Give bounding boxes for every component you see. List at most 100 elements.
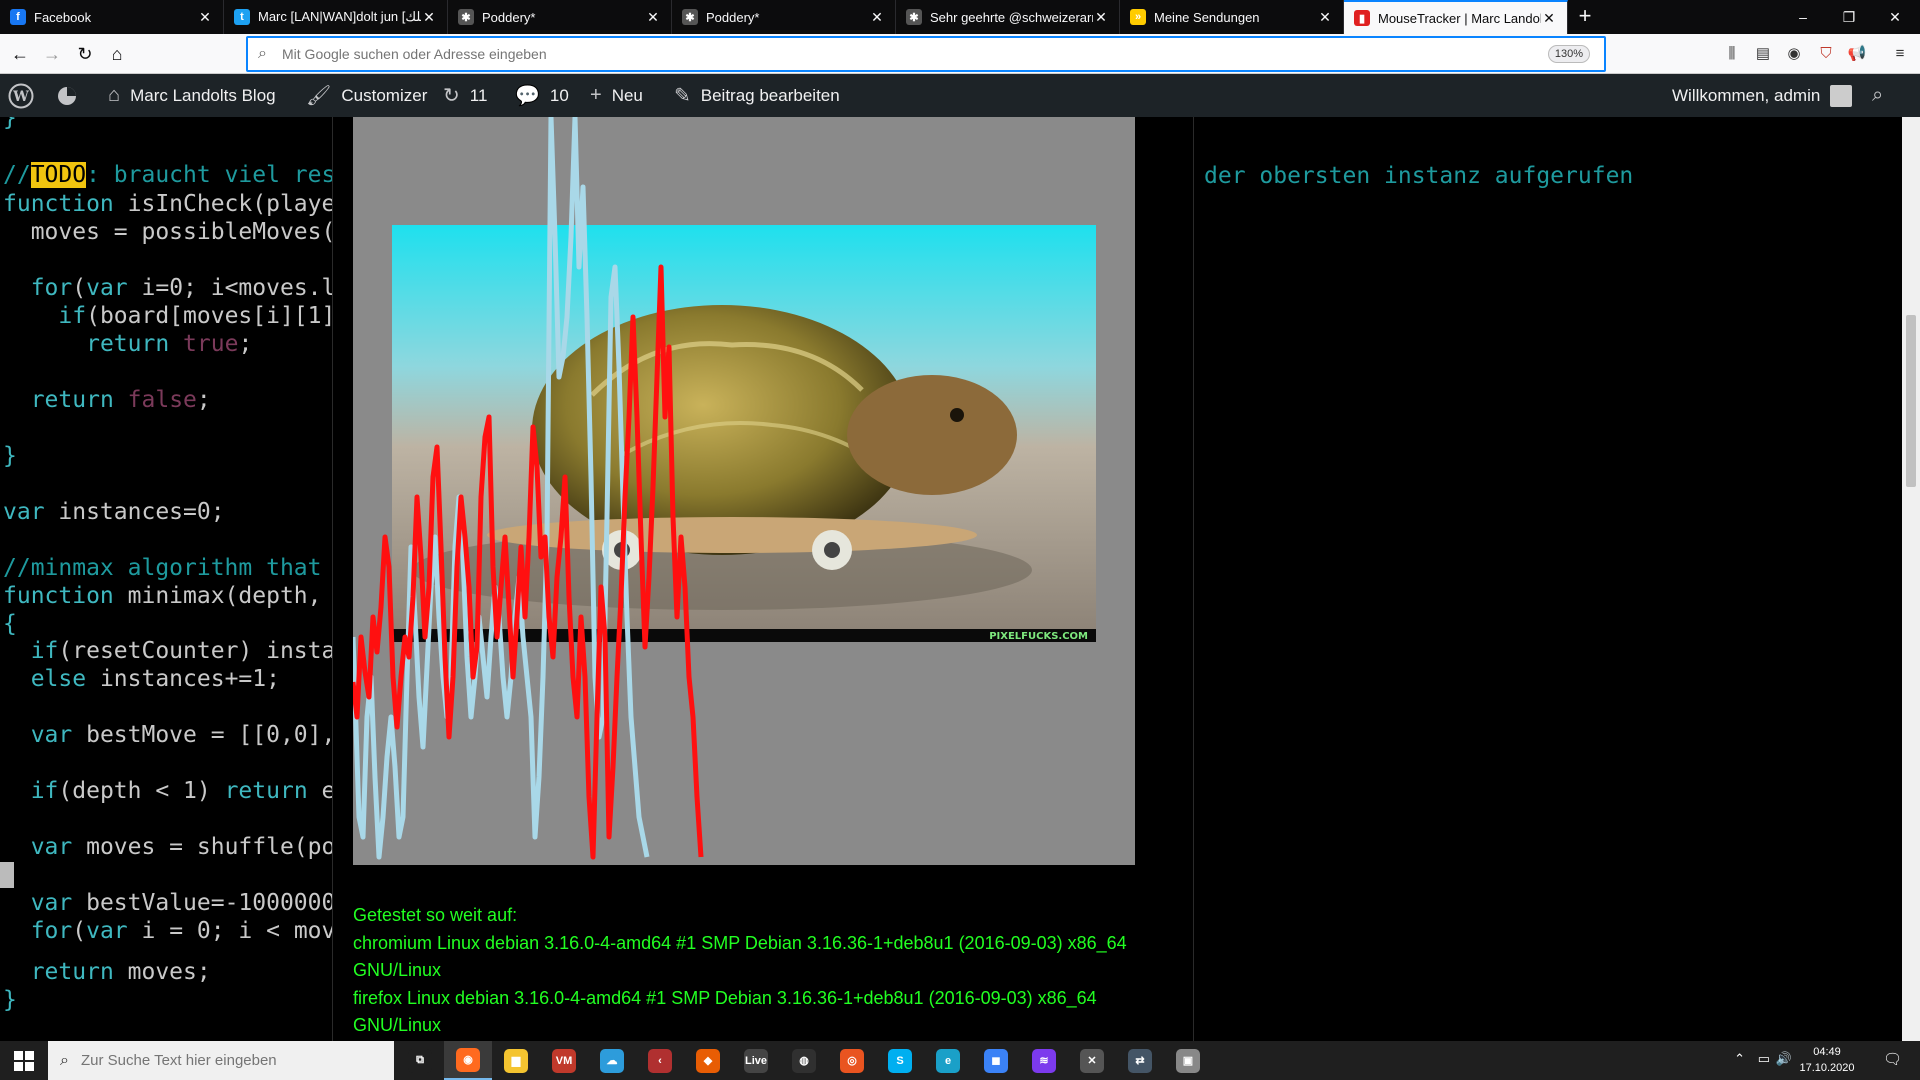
edge-icon: e bbox=[936, 1048, 960, 1073]
taskbar-app-firefox[interactable]: ◉ bbox=[444, 1041, 492, 1080]
code-line: var bestValue=-1000000 bbox=[30, 890, 333, 916]
close-tab-icon[interactable]: ✕ bbox=[1317, 9, 1333, 26]
chevron-up-icon[interactable]: ⌃ bbox=[1734, 1051, 1745, 1067]
tab-label: Facebook bbox=[34, 9, 92, 25]
notification-icon[interactable]: 🗨 bbox=[1883, 1050, 1902, 1068]
code-line: for(var i = 0; i < mov bbox=[30, 918, 333, 944]
clock[interactable]: 04:49 17.10.2020 bbox=[1792, 1044, 1862, 1076]
minimize-button[interactable]: – bbox=[1780, 0, 1826, 34]
back-button[interactable]: ← bbox=[6, 40, 34, 68]
mouse-tracker-canvas[interactable]: PIXELFUCKS.COM bbox=[353, 117, 1135, 865]
code-line: var moves = shuffle(po bbox=[30, 834, 333, 860]
edit-post-label: Beitrag bearbeiten bbox=[700, 85, 840, 105]
account-menu[interactable]: Willkommen, admin bbox=[1672, 74, 1853, 117]
tab-strip: fFacebook✕tMarc [LAN|WAN]dolt jun [ملك✕✱… bbox=[0, 0, 1920, 34]
close-tab-icon[interactable]: ✕ bbox=[197, 9, 213, 26]
wp-admin-bar: W ⌂ Marc Landolts Blog 🖌 Customizer ↻ 11… bbox=[0, 74, 1920, 117]
tab-4[interactable]: ✱ Poddery* ✕ bbox=[672, 0, 896, 34]
start-button[interactable] bbox=[0, 1041, 48, 1080]
home-button[interactable]: ⌂ bbox=[103, 40, 131, 68]
scrollbar-thumb[interactable] bbox=[1906, 315, 1916, 487]
volume-icon[interactable]: 🔊 bbox=[1776, 1051, 1792, 1067]
tab-5[interactable]: ✱ Sehr geehrte @schweizerarmee✕ bbox=[896, 0, 1120, 34]
library-icon[interactable]: ⫼ bbox=[1720, 42, 1744, 66]
tab-3[interactable]: ✱ Poddery* ✕ bbox=[448, 0, 672, 34]
taskbar-app-voice-meeter[interactable]: VM bbox=[540, 1041, 588, 1080]
close-window-button[interactable]: ✕ bbox=[1872, 0, 1918, 34]
taskbar-app-app-red-arrow[interactable]: ‹ bbox=[636, 1041, 684, 1080]
close-tab-icon[interactable]: ✕ bbox=[1093, 9, 1109, 26]
forward-button[interactable]: → bbox=[38, 40, 66, 68]
tab-7[interactable]: ▮ MouseTracker | Marc Landolts Blog✕ bbox=[1344, 0, 1568, 34]
facebook-icon: f bbox=[10, 9, 26, 25]
voice-meeter-icon: VM bbox=[552, 1048, 576, 1073]
code-line: return false; bbox=[30, 387, 211, 413]
taskbar-app-app-tools[interactable]: ✕ bbox=[1068, 1041, 1116, 1080]
tab-1[interactable]: f Facebook ✕ bbox=[0, 0, 224, 34]
close-tab-icon[interactable]: ✕ bbox=[421, 9, 437, 26]
close-tab-icon[interactable]: ✕ bbox=[1541, 10, 1557, 27]
menu-icon[interactable]: ≡ bbox=[1888, 42, 1912, 66]
search-icon[interactable]: ⌕ bbox=[1872, 74, 1883, 117]
comments-count: 10 bbox=[549, 85, 569, 105]
url-input[interactable] bbox=[282, 43, 1482, 65]
taskbar-app-file-explorer[interactable]: ▆ bbox=[492, 1041, 540, 1080]
diaspora-icon: ✱ bbox=[906, 9, 922, 25]
sidebar-icon[interactable]: ▤ bbox=[1751, 42, 1775, 66]
windows-taskbar: ⌕ ⧉ ◉ ▆ VM ☁ ‹ ◆ Live ◍ ◎ Se ◼ ≋ ✕ ⇄ ▣ ⌃ ▭ 🔊 04:49 17.1… bbox=[0, 1041, 1920, 1080]
new-content-link[interactable]: + Neu bbox=[590, 74, 643, 117]
taskbar-app-ubuntu[interactable]: ◎ bbox=[828, 1041, 876, 1080]
ublock-icon[interactable]: ⛉ bbox=[1814, 42, 1838, 66]
task-view-icon: ⧉ bbox=[408, 1048, 432, 1073]
new-tab-button[interactable]: + bbox=[1568, 0, 1602, 34]
site-name: Marc Landolts Blog bbox=[130, 85, 276, 105]
taskbar-app-skype[interactable]: S bbox=[876, 1041, 924, 1080]
zoom-indicator[interactable]: 130% bbox=[1547, 45, 1590, 63]
customizer-link[interactable]: 🖌 Customizer bbox=[306, 74, 427, 117]
taskbar-app-app-window[interactable]: ▣ bbox=[1164, 1041, 1212, 1080]
address-bar[interactable]: ⌕ 130% bbox=[246, 36, 1606, 72]
updates-link[interactable]: ↻ 11 bbox=[443, 74, 487, 117]
code-line: { bbox=[3, 611, 17, 637]
tab-label: Sehr geehrte @schweizerarmee bbox=[930, 9, 1093, 25]
avatar bbox=[1830, 84, 1853, 107]
account-icon[interactable]: ◉ bbox=[1782, 42, 1806, 66]
code-line: else instances+=1; bbox=[30, 666, 280, 692]
right-code-panel: der obersten instanz aufgerufen bbox=[1193, 117, 1902, 1041]
close-tab-icon[interactable]: ✕ bbox=[869, 9, 885, 26]
taskbar-app-task-view[interactable]: ⧉ bbox=[396, 1041, 444, 1080]
right-code-text: der obersten instanz aufgerufen bbox=[1204, 163, 1634, 189]
edit-post-link[interactable]: ✎ Beitrag bearbeiten bbox=[674, 74, 840, 117]
dashboard-icon[interactable] bbox=[56, 74, 78, 117]
reload-button[interactable]: ↻ bbox=[71, 40, 99, 68]
taskbar-app-app-purple[interactable]: ≋ bbox=[1020, 1041, 1068, 1080]
restore-button[interactable]: ❐ bbox=[1826, 0, 1872, 34]
taskbar-app-app-blue[interactable]: ◼ bbox=[972, 1041, 1020, 1080]
tab-6[interactable]: » Meine Sendungen ✕ bbox=[1120, 0, 1344, 34]
extension-icon[interactable]: 📢 bbox=[1845, 42, 1869, 66]
taskbar-app-app-git[interactable]: ⇄ bbox=[1116, 1041, 1164, 1080]
taskbar-app-edge[interactable]: e bbox=[924, 1041, 972, 1080]
tab-label: Poddery* bbox=[482, 9, 536, 25]
taskbar-app-app-cube[interactable]: ◆ bbox=[684, 1041, 732, 1080]
taskbar-search[interactable]: ⌕ bbox=[48, 1041, 394, 1080]
code-line: //TODO: braucht viel res bbox=[3, 162, 333, 188]
taskbar-search-input[interactable] bbox=[80, 1052, 381, 1069]
taskbar-app-obs[interactable]: ◍ bbox=[780, 1041, 828, 1080]
file-explorer-icon: ▆ bbox=[504, 1048, 528, 1073]
close-tab-icon[interactable]: ✕ bbox=[645, 9, 661, 26]
taskbar-app-live[interactable]: Live bbox=[732, 1041, 780, 1080]
taskbar-app-app-cloud[interactable]: ☁ bbox=[588, 1041, 636, 1080]
page-scrollbar[interactable] bbox=[1902, 117, 1920, 1041]
code-line: var instances=0; bbox=[3, 499, 225, 525]
code-line: if(depth < 1) return e bbox=[30, 778, 333, 804]
tab-label: Poddery* bbox=[706, 9, 760, 25]
windows-logo-icon bbox=[14, 1050, 34, 1071]
site-name-menu[interactable]: ⌂ Marc Landolts Blog bbox=[108, 74, 276, 117]
network-icon[interactable]: ▭ bbox=[1758, 1051, 1770, 1067]
text-cursor bbox=[0, 862, 14, 888]
tested-section: Getestet so weit auf: chromium Linux deb… bbox=[353, 902, 1173, 1040]
comments-link[interactable]: 💬 10 bbox=[515, 74, 569, 117]
tab-2[interactable]: t Marc [LAN|WAN]dolt jun [ملك✕ bbox=[224, 0, 448, 34]
wordpress-logo-icon[interactable]: W bbox=[8, 74, 34, 117]
